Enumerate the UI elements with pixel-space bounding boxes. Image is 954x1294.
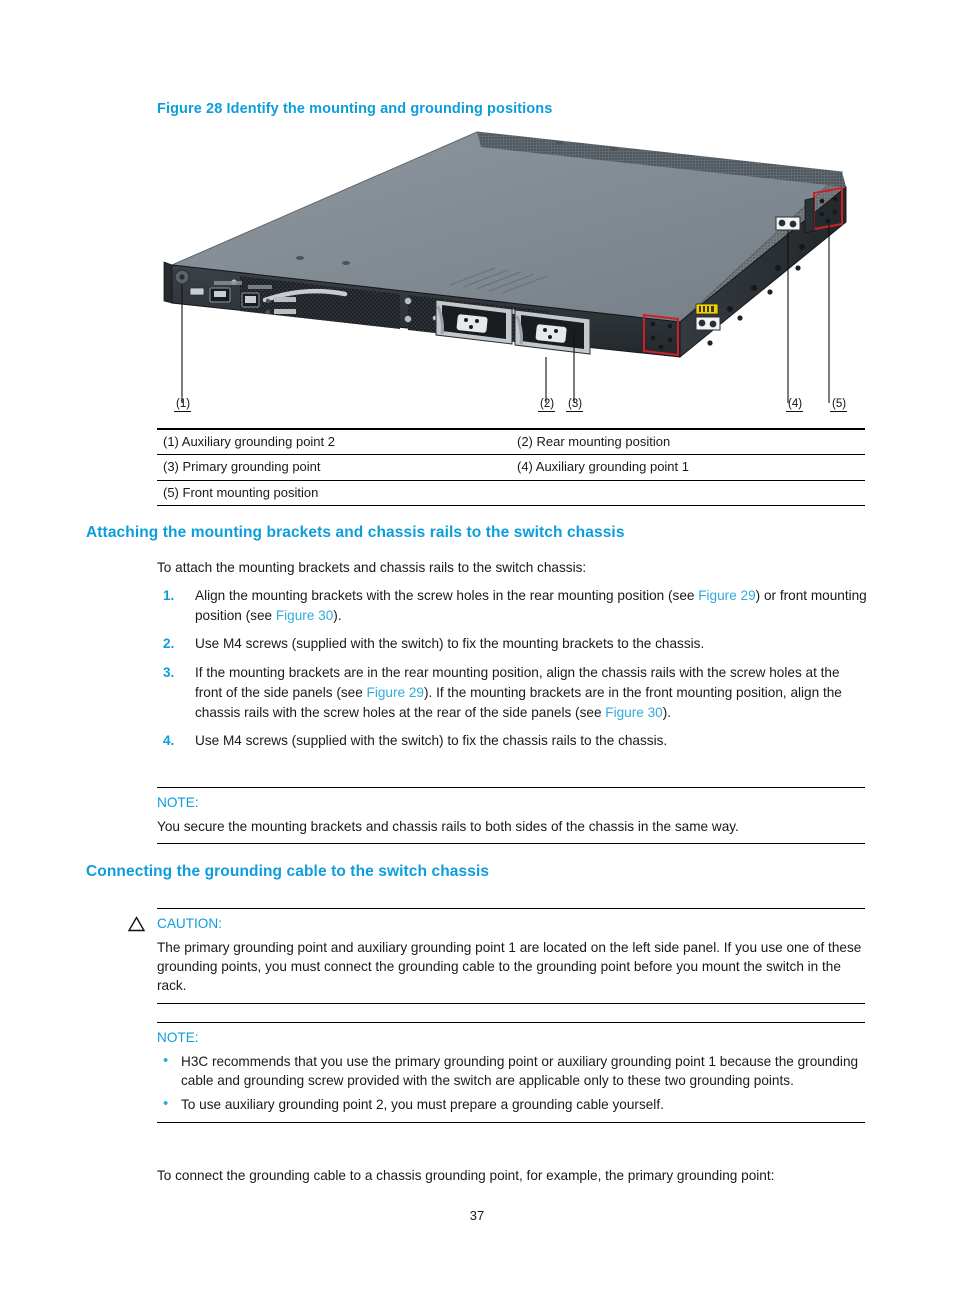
- step-text: Align the mounting brackets with the scr…: [195, 586, 867, 625]
- figure-link[interactable]: Figure 29: [698, 588, 755, 603]
- step-number: 3.: [163, 665, 175, 681]
- list-item: • H3C recommends that you use the primar…: [157, 1052, 865, 1091]
- step-text-part: ).: [662, 704, 672, 720]
- figure-caption: Figure 28 Identify the mounting and grou…: [157, 101, 553, 117]
- figure-callout-5: (5): [830, 398, 848, 413]
- caution-title: CAUTION:: [157, 916, 222, 931]
- step-number: 1.: [163, 588, 175, 603]
- bullet-icon: •: [163, 1095, 169, 1113]
- step-number: 4.: [163, 733, 175, 749]
- section-heading-connecting-grounding: Connecting the grounding cable to the sw…: [86, 863, 490, 880]
- list-item: 3. If the mounting brackets are in the r…: [157, 663, 867, 722]
- legend-cell: (1) Auxiliary grounding point 2: [157, 430, 511, 456]
- list-item: • To use auxiliary grounding point 2, yo…: [157, 1095, 865, 1114]
- step-number: 2.: [163, 636, 175, 652]
- figure-link[interactable]: Figure 30: [276, 608, 333, 623]
- step-text-part: ).: [333, 607, 342, 623]
- figure-callout-1: (1): [174, 398, 192, 413]
- legend-cell: (5) Front mounting position: [157, 480, 511, 506]
- figure-legend-table: (1) Auxiliary grounding point 2 (2) Rear…: [157, 428, 865, 506]
- note-box-brackets: NOTE: You secure the mounting brackets a…: [157, 787, 865, 844]
- figure-callout-4: (4): [786, 398, 804, 413]
- figure-link[interactable]: Figure 29: [367, 685, 424, 700]
- document-page: Figure 28 Identify the mounting and grou…: [0, 0, 954, 1294]
- caution-box: CAUTION: The primary grounding point and…: [127, 908, 865, 1004]
- list-item: 4. Use M4 screws (supplied with the swit…: [157, 731, 867, 751]
- switch-chassis-illustration: [150, 125, 860, 415]
- figure-callout-2: (2): [538, 398, 556, 413]
- legend-cell: (4) Auxiliary grounding point 1: [511, 454, 865, 481]
- figure-link[interactable]: Figure 30: [605, 705, 662, 720]
- legend-cell-empty: [511, 480, 865, 506]
- table-row: (1) Auxiliary grounding point 2 (2) Rear…: [157, 430, 865, 456]
- list-item: 1. Align the mounting brackets with the …: [157, 586, 867, 625]
- step-text: Use M4 screws (supplied with the switch)…: [195, 733, 668, 749]
- table-row: (3) Primary grounding point (4) Auxiliar…: [157, 454, 865, 481]
- bullet-text: To use auxiliary grounding point 2, you …: [181, 1097, 664, 1113]
- intro-paragraph: To attach the mounting brackets and chas…: [157, 560, 587, 575]
- closing-paragraph: To connect the grounding cable to a chas…: [157, 1168, 775, 1183]
- note-title: NOTE:: [157, 1030, 199, 1045]
- legend-cell: (2) Rear mounting position: [511, 430, 865, 456]
- page-number: 37: [469, 1208, 485, 1223]
- note-title: NOTE:: [157, 795, 199, 810]
- warning-triangle-icon: [127, 916, 146, 932]
- steps-list: 1. Align the mounting brackets with the …: [157, 586, 867, 760]
- bullet-text: H3C recommends that you use the primary …: [181, 1053, 859, 1088]
- step-text-part: Align the mounting brackets with the scr…: [195, 588, 699, 603]
- note-box-grounding: NOTE: • H3C recommends that you use the …: [157, 1022, 865, 1123]
- note-body: You secure the mounting brackets and cha…: [157, 818, 739, 834]
- table-row: (5) Front mounting position: [157, 480, 865, 506]
- figure-callout-3: (3): [566, 398, 584, 413]
- caution-body: The primary grounding point and auxiliar…: [157, 939, 862, 994]
- note-bullet-list: • H3C recommends that you use the primar…: [157, 1052, 865, 1115]
- legend-cell: (3) Primary grounding point: [157, 454, 511, 481]
- list-item: 2. Use M4 screws (supplied with the swit…: [157, 634, 867, 654]
- bullet-icon: •: [163, 1051, 169, 1069]
- step-text: Use M4 screws (supplied with the switch)…: [195, 636, 705, 652]
- step-text: If the mounting brackets are in the rear…: [195, 663, 867, 722]
- section-heading-attaching-brackets: Attaching the mounting brackets and chas…: [86, 524, 625, 541]
